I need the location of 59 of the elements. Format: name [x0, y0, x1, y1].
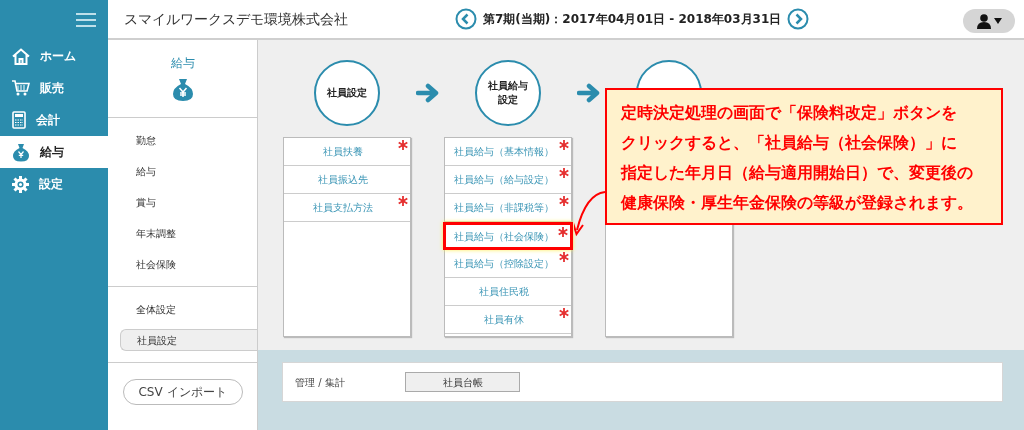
- menu-item[interactable]: 社会保険: [120, 253, 257, 275]
- nav-label: 会計: [36, 112, 60, 129]
- link-label: 社員扶養: [323, 145, 363, 159]
- step-link[interactable]: 社員有休: [445, 306, 571, 334]
- csv-import-button[interactable]: CSV インポート: [122, 379, 243, 405]
- company-name: スマイルワークスデモ環境株式会社: [124, 9, 348, 29]
- link-label: 社員給与（基本情報）: [454, 145, 554, 159]
- link-label: 社員有休: [484, 313, 524, 327]
- calculator-icon: [12, 111, 26, 129]
- step-link[interactable]: 社員給与（社会保険）: [443, 222, 573, 250]
- money-bag-icon: [171, 78, 194, 102]
- nav-label: 給与: [40, 144, 64, 161]
- step-link[interactable]: 社員給与（給与設定）: [445, 166, 571, 194]
- fiscal-period: 第7期(当期)：2017年04月01日 - 2018年03月31日: [483, 11, 782, 28]
- menu-item[interactable]: 賞与: [120, 191, 257, 213]
- link-label: 社員給与（非課税等）: [454, 201, 554, 215]
- step-link[interactable]: 社員給与（控除設定）: [445, 250, 571, 278]
- step-link[interactable]: 社員給与（基本情報）: [445, 138, 571, 166]
- step-link[interactable]: 社員扶養: [284, 138, 410, 166]
- arrow-icon: [576, 83, 601, 103]
- home-icon: [12, 47, 30, 65]
- step-title: 社員給与設定: [487, 79, 529, 107]
- link-label: 社員振込先: [318, 173, 368, 187]
- nav-item[interactable]: 給与: [0, 136, 108, 168]
- callout-text: 定時決定処理の画面で「保険料改定」ボタンを クリックすると、「社員給与（社会保険）」に 指定した年月日（給与適用開始日）で、変更後の 健康保険・厚生年金保険の等級が登録されます。: [621, 103, 974, 214]
- previous-icon[interactable]: [455, 8, 477, 30]
- nav-item[interactable]: 会計: [0, 104, 108, 136]
- user-menu-button[interactable]: [963, 9, 1015, 33]
- link-label: 社員給与（給与設定）: [454, 173, 554, 187]
- user-icon: [976, 13, 991, 29]
- employee-ledger-button[interactable]: 社員台帳: [405, 372, 520, 392]
- menu-item[interactable]: 給与: [120, 160, 257, 182]
- settings-icon: [12, 175, 29, 193]
- arrow-icon: [415, 83, 440, 103]
- menu-item[interactable]: 勤怠: [120, 129, 257, 151]
- link-label: 社員支払方法: [313, 201, 373, 215]
- nav-item[interactable]: 設定: [0, 168, 108, 200]
- link-label: 社員住民税: [479, 285, 529, 299]
- module-title: 給与: [170, 55, 195, 72]
- money-bag-icon: [12, 142, 30, 162]
- cart-icon: [12, 80, 30, 96]
- menu-item[interactable]: 全体設定: [120, 298, 257, 320]
- step-link[interactable]: 社員振込先: [284, 166, 410, 194]
- nav-item[interactable]: 販売: [0, 72, 108, 104]
- next-icon[interactable]: [787, 8, 810, 30]
- nav-label: 販売: [40, 80, 64, 97]
- step-title: 社員設定: [326, 86, 368, 100]
- caret-icon: [993, 18, 1002, 24]
- link-label: 社員給与（控除設定）: [454, 257, 554, 271]
- link-label: 社員給与（社会保険）: [454, 229, 554, 244]
- nav-item[interactable]: ホーム: [0, 40, 108, 72]
- section-label: 管理 / 集計: [295, 375, 346, 390]
- step-link[interactable]: 社員住民税: [445, 278, 571, 306]
- menu-icon[interactable]: [76, 12, 96, 28]
- menu-item[interactable]: 社員設定: [120, 329, 257, 351]
- nav-label: 設定: [39, 176, 63, 193]
- step-link[interactable]: 社員支払方法: [284, 194, 410, 222]
- menu-item[interactable]: 年末調整: [120, 222, 257, 244]
- nav-label: ホーム: [40, 48, 76, 65]
